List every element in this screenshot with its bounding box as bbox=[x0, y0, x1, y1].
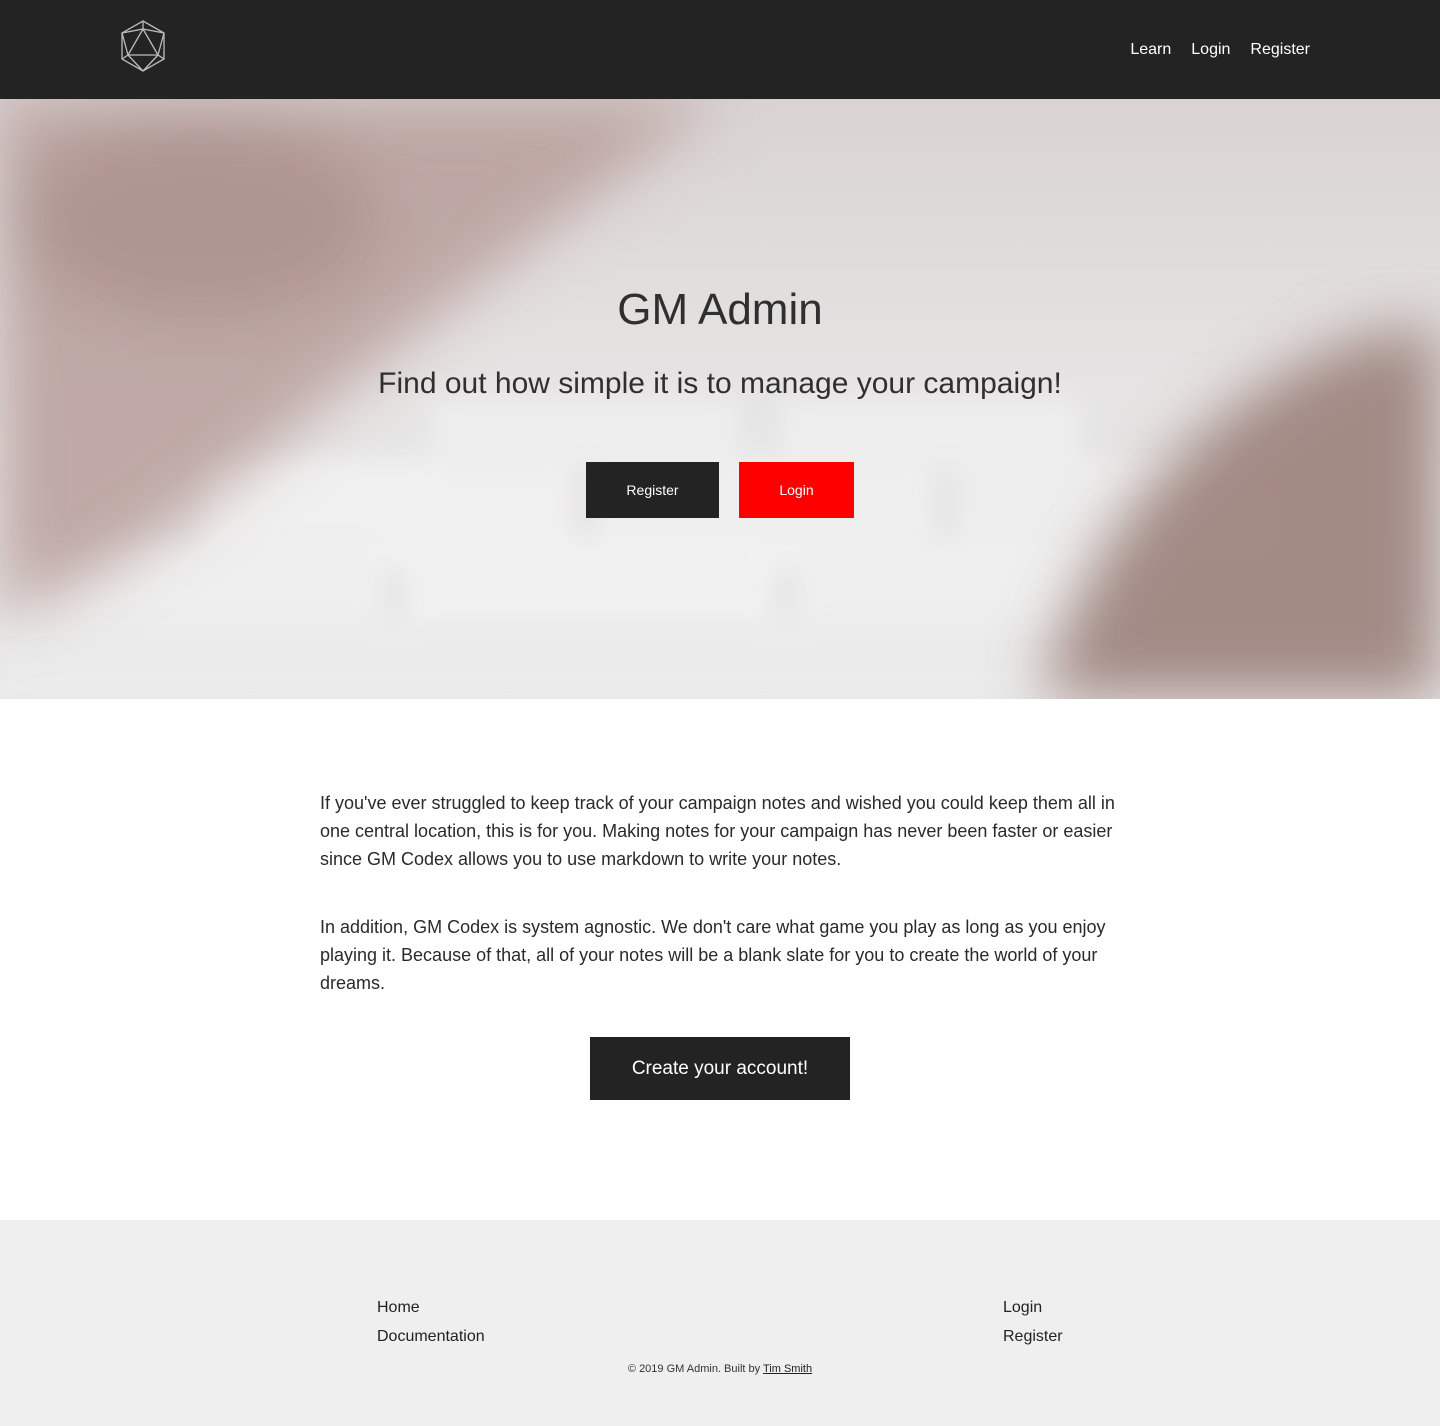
footer: Home Documentation Login Register © 2019… bbox=[0, 1220, 1440, 1426]
intro-section: If you've ever struggled to keep track o… bbox=[320, 789, 1120, 1037]
intro-paragraph-1: If you've ever struggled to keep track o… bbox=[320, 793, 1115, 869]
author-link[interactable]: Tim Smith bbox=[763, 1363, 812, 1375]
footer-register-link[interactable]: Register bbox=[1003, 1322, 1063, 1351]
nav-learn-link[interactable]: Learn bbox=[1130, 39, 1171, 61]
d20-logo-icon[interactable] bbox=[118, 19, 168, 73]
hero-section: GM Admin Find out how simple it is to ma… bbox=[0, 99, 1440, 699]
hero-buttons: Register Login bbox=[0, 462, 1440, 518]
nav-login-link[interactable]: Login bbox=[1191, 39, 1230, 61]
footer-left-links: Home Documentation bbox=[377, 1293, 485, 1351]
footer-right-links: Login Register bbox=[1003, 1293, 1063, 1351]
hero-login-button[interactable]: Login bbox=[739, 462, 854, 518]
hero-register-button[interactable]: Register bbox=[586, 462, 719, 518]
intro-paragraph-2: In addition, GM Codex is system agnostic… bbox=[320, 917, 1106, 993]
footer-documentation-link[interactable]: Documentation bbox=[377, 1322, 485, 1351]
copyright-prefix: © 2019 GM Admin. Built by bbox=[627, 1363, 761, 1375]
copyright-text: © 2019 GM Admin. Built by Tim Smith bbox=[0, 1363, 1440, 1375]
create-account-button[interactable]: Create your account! bbox=[590, 1037, 850, 1100]
hero-content: GM Admin Find out how simple it is to ma… bbox=[0, 99, 1440, 699]
nav-register-link[interactable]: Register bbox=[1250, 39, 1310, 61]
hero-subtitle: Find out how simple it is to manage your… bbox=[378, 367, 1062, 400]
main-nav: Learn Login Register bbox=[1130, 39, 1310, 61]
footer-home-link[interactable]: Home bbox=[377, 1293, 485, 1322]
footer-login-link[interactable]: Login bbox=[1003, 1293, 1063, 1322]
top-navbar: Learn Login Register bbox=[0, 0, 1440, 99]
hero-title: GM Admin bbox=[617, 285, 823, 334]
